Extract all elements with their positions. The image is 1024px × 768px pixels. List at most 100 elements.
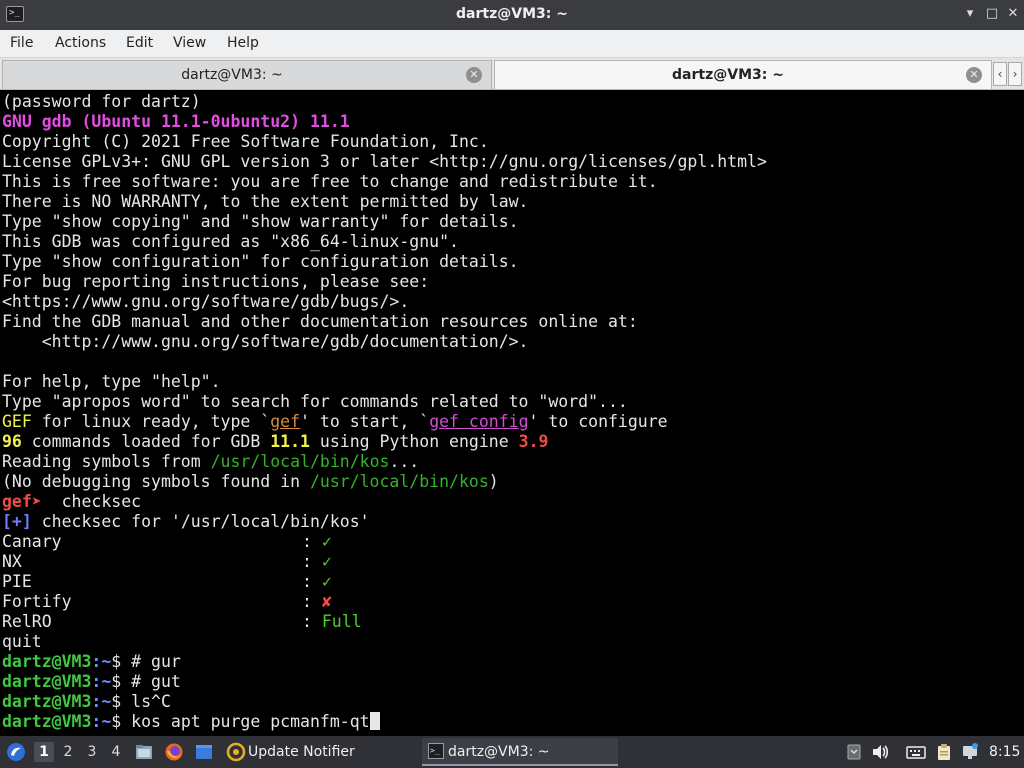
checksec-value: ✘: [321, 592, 332, 611]
menu-actions[interactable]: Actions: [55, 35, 106, 51]
terminal-line-gef-prompt: gef➤ checksec: [2, 492, 141, 512]
desktop-3[interactable]: 3: [82, 742, 102, 762]
desktop-4[interactable]: 4: [106, 742, 126, 762]
clipboard-icon[interactable]: [934, 742, 954, 762]
shell-prompt-line: dartz@VM3:~$ ls^C: [2, 692, 171, 712]
checksec-value: ✓: [321, 552, 332, 571]
taskbar: 1 2 3 4 Update Notifier >_ dartz@VM3: ~: [0, 736, 1024, 768]
close-icon[interactable]: ✕: [1005, 6, 1021, 22]
binary-path: /usr/local/bin/kos: [309, 472, 489, 491]
terminal-line: <https://www.gnu.org/software/gdb/bugs/>…: [2, 292, 410, 311]
checksec-name: PIE: [2, 572, 32, 591]
checksec-sep: :: [302, 572, 322, 591]
terminal-line-gef-ready: GEF for linux ready, type `gef' to start…: [2, 412, 668, 432]
terminal-line: This is free software: you are free to c…: [2, 172, 658, 191]
menu-bar: File Actions Edit View Help: [0, 30, 1024, 58]
clock[interactable]: 8:15: [989, 736, 1020, 768]
terminal-line: Find the GDB manual and other documentat…: [2, 312, 638, 331]
terminal-line-reading: Reading symbols from /usr/local/bin/kos.…: [2, 452, 419, 472]
update-notifier-icon: [226, 742, 246, 762]
prompt-path: :~: [91, 692, 112, 711]
task-label: dartz@VM3: ~: [448, 744, 550, 760]
task-label: Update Notifier: [248, 744, 355, 760]
shell-prompt-line: dartz@VM3:~$ # gut: [2, 672, 181, 692]
shell-input[interactable]: kos apt purge pcmanfm-qt: [131, 712, 369, 731]
gef-cmd: gef: [270, 412, 301, 431]
task-terminal[interactable]: >_ dartz@VM3: ~: [422, 738, 618, 766]
terminal-line: <http://www.gnu.org/software/gdb/documen…: [2, 332, 529, 351]
prompt-dollar: $: [111, 712, 132, 731]
menu-view[interactable]: View: [173, 35, 206, 51]
binary-path: /usr/local/bin/kos: [210, 452, 390, 471]
tab-close-icon[interactable]: ✕: [966, 67, 982, 83]
shell-command: # gur: [131, 652, 181, 671]
terminal-task-icon: >_: [428, 743, 444, 759]
checksec-value: Full: [321, 612, 362, 631]
terminal-line: GNU gdb (Ubuntu 11.1-0ubuntu2) 11.1: [2, 112, 350, 131]
checksec-sep: :: [302, 532, 322, 551]
minimize-icon[interactable]: ▾: [962, 6, 978, 22]
checksec-sep: :: [302, 612, 322, 631]
terminal-line: Type "apropos word" to search for comman…: [2, 392, 628, 411]
desktop-1[interactable]: 1: [34, 742, 54, 762]
terminal-line: Type "show copying" and "show warranty" …: [2, 212, 519, 231]
tab-close-icon[interactable]: ✕: [466, 67, 482, 83]
gef-config-cmd: gef config: [429, 412, 529, 431]
terminal-line: (password for dartz): [2, 92, 201, 111]
text-cursor: [369, 712, 380, 730]
gef-prompt: gef➤: [2, 492, 42, 511]
gef-command: checksec: [41, 492, 142, 511]
python-version: 3.9: [518, 432, 549, 451]
checksec-value: ✓: [321, 572, 332, 591]
shell-prompt-line-current[interactable]: dartz@VM3:~$ kos apt purge pcmanfm-qt: [2, 712, 380, 732]
show-desktop-icon[interactable]: [194, 742, 214, 762]
prompt-dollar: $: [111, 692, 132, 711]
tab-scroll-right-icon[interactable]: ›: [1008, 62, 1022, 86]
checksec-row: NX: ✓: [2, 552, 332, 572]
tab-terminal-2[interactable]: dartz@VM3: ~ ✕: [494, 60, 992, 89]
checksec-row: Canary: ✓: [2, 532, 332, 552]
notification-area-icon[interactable]: [844, 742, 864, 762]
prompt-user: dartz@VM3: [2, 692, 92, 711]
tab-label: dartz@VM3: ~: [181, 67, 283, 83]
menu-edit[interactable]: Edit: [126, 35, 153, 51]
shell-command: # gut: [131, 672, 181, 691]
text: Reading symbols from: [2, 452, 211, 471]
menu-help[interactable]: Help: [227, 35, 259, 51]
prompt-dollar: $: [111, 672, 132, 691]
desktop-2[interactable]: 2: [58, 742, 78, 762]
text: ' to start, `: [300, 412, 430, 431]
checksec-sep: :: [302, 552, 322, 571]
keyboard-icon[interactable]: [906, 742, 926, 762]
network-icon[interactable]: [960, 742, 980, 762]
start-menu-icon[interactable]: [6, 742, 26, 762]
text: ' to configure: [528, 412, 668, 431]
file-manager-icon[interactable]: [134, 742, 154, 762]
tab-label: dartz@VM3: ~: [672, 67, 784, 83]
terminal-line-nodebug: (No debugging symbols found in /usr/loca…: [2, 472, 499, 492]
tab-terminal-1[interactable]: dartz@VM3: ~ ✕: [2, 60, 492, 89]
checksec-row: RelRO: Full: [2, 612, 362, 632]
terminal-line: For help, type "help".: [2, 372, 221, 391]
prompt-path: :~: [91, 712, 112, 731]
prompt-path: :~: [91, 672, 112, 691]
prompt-user: dartz@VM3: [2, 712, 92, 731]
terminal-line: quit: [2, 632, 42, 651]
terminal-line-checksec-head: [+] checksec for '/usr/local/bin/kos': [2, 512, 370, 532]
terminal-line-loaded: 96 commands loaded for GDB 11.1 using Py…: [2, 432, 548, 452]
terminal-output[interactable]: (password for dartz) GNU gdb (Ubuntu 11.…: [0, 91, 1024, 735]
checksec-value: ✓: [321, 532, 332, 551]
volume-icon[interactable]: [870, 742, 890, 762]
prompt-user: dartz@VM3: [2, 672, 92, 691]
shell-command: ls^C: [131, 692, 171, 711]
tab-scroll-left-icon[interactable]: ‹: [993, 62, 1007, 86]
terminal-line: License GPLv3+: GNU GPL version 3 or lat…: [2, 152, 767, 171]
menu-file[interactable]: File: [10, 35, 33, 51]
checksec-sep: :: [302, 592, 322, 611]
task-update-notifier[interactable]: Update Notifier: [222, 738, 418, 766]
maximize-icon[interactable]: □: [984, 6, 1000, 22]
shell-prompt-line: dartz@VM3:~$ # gur: [2, 652, 181, 672]
checksec-name: Fortify: [2, 592, 72, 611]
firefox-icon[interactable]: [164, 742, 184, 762]
text: commands loaded for GDB: [21, 432, 271, 451]
